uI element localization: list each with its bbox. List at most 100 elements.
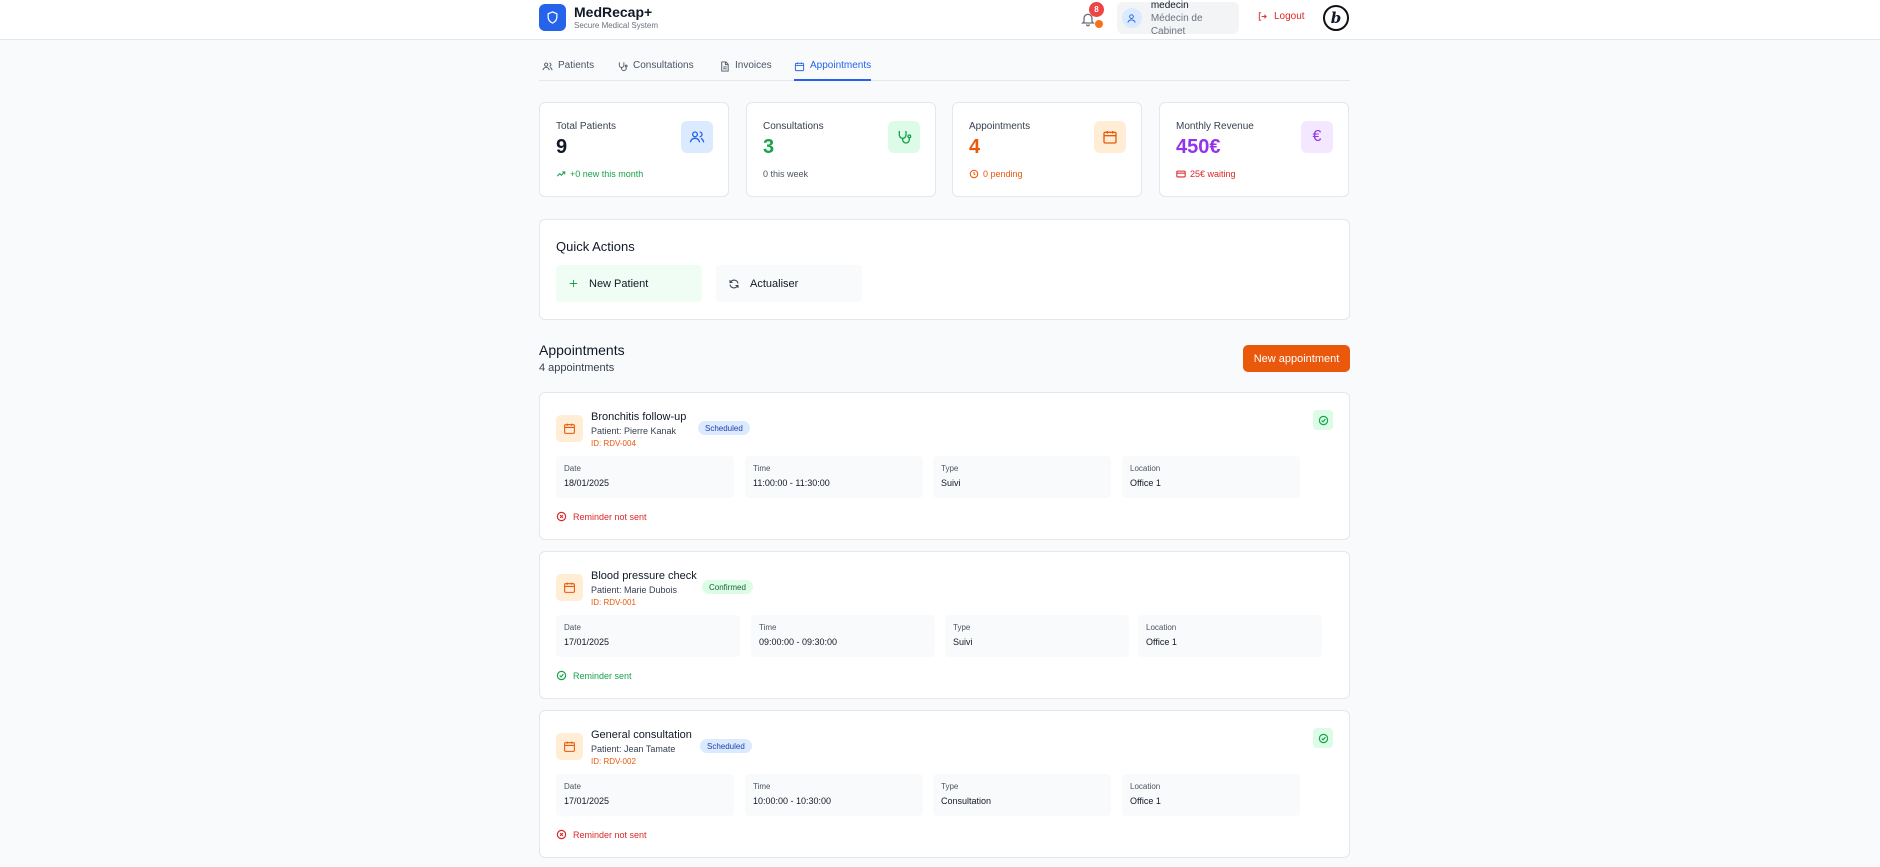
appointment-title: Blood pressure check: [591, 570, 697, 582]
appointment-card[interactable]: Bronchitis follow-up Patient: Pierre Kan…: [539, 392, 1350, 540]
brand[interactable]: MedRecap+ Secure Medical System: [539, 4, 658, 31]
trending-up-icon: [556, 171, 566, 177]
status-badge: Scheduled: [700, 739, 752, 753]
calendar-icon: [1094, 121, 1126, 153]
status-dot: [1095, 20, 1103, 28]
new-appointment-button[interactable]: New appointment: [1243, 345, 1350, 372]
credit-card-icon: [1176, 170, 1186, 178]
stat-card-total-patients: Total Patients 9 +0 new this month: [539, 102, 729, 197]
stat-sub: 0 this week: [763, 169, 809, 179]
appointment-id: ID: RDV-001: [591, 598, 636, 607]
stat-sub: +0 new this month: [556, 169, 643, 179]
shield-icon: [539, 4, 566, 31]
check-circle-icon: [1318, 733, 1328, 743]
stat-sub: 25€ waiting: [1176, 169, 1236, 179]
nav-tabs: Patients Consultations Invoices Appointm…: [539, 56, 1350, 81]
stat-value: 450€: [1176, 136, 1221, 158]
file-icon: [721, 61, 729, 72]
calendar-icon: [556, 733, 583, 760]
stat-label: Appointments: [969, 121, 1031, 132]
tab-appointments[interactable]: Appointments: [794, 60, 872, 81]
stethoscope-icon: [888, 121, 920, 153]
appointment-id: ID: RDV-004: [591, 439, 636, 448]
notification-count-badge: 8: [1089, 2, 1104, 17]
user-icon: [1122, 8, 1142, 28]
users-icon: [681, 121, 713, 153]
stat-label: Monthly Revenue: [1176, 121, 1254, 132]
new-patient-button[interactable]: New Patient: [556, 265, 702, 302]
logout-icon: [1258, 12, 1267, 21]
calendar-icon: [556, 574, 583, 601]
user-role: Médecin de Cabinet: [1150, 12, 1203, 37]
stat-value: 4: [969, 136, 981, 158]
x-circle-icon: [556, 511, 567, 522]
user-name: medecin: [1150, 0, 1189, 11]
stat-card-consultations: Consultations 3 0 this week: [746, 102, 936, 197]
tab-label: Invoices: [735, 60, 772, 71]
refresh-icon: [729, 279, 739, 288]
field-type: Type Suivi: [933, 456, 1111, 498]
stat-value: 3: [763, 136, 775, 158]
field-location: Location Office 1: [1122, 774, 1300, 816]
top-bar: MedRecap+ Secure Medical System 8 medeci…: [0, 0, 1880, 40]
appointment-title: Bronchitis follow-up: [591, 411, 687, 423]
euro-icon: €: [1301, 121, 1333, 153]
status-badge: Scheduled: [698, 421, 750, 435]
field-time: Time 11:00:00 - 11:30:00: [745, 456, 923, 498]
logout-label: Logout: [1274, 11, 1305, 22]
refresh-button[interactable]: Actualiser: [716, 265, 862, 302]
user-menu[interactable]: medecin Médecin de Cabinet: [1117, 0, 1239, 37]
calendar-icon: [556, 415, 583, 442]
check-circle-icon: [1318, 415, 1328, 425]
users-icon: [542, 62, 553, 71]
tab-invoices[interactable]: Invoices: [719, 60, 772, 81]
reminder-status: Reminder not sent: [556, 829, 647, 840]
quick-actions-title: Quick Actions: [556, 239, 635, 254]
tab-label: Consultations: [633, 60, 694, 71]
clock-icon: [969, 169, 979, 179]
x-circle-icon: [556, 829, 567, 840]
appointments-title: Appointments: [539, 342, 625, 358]
appointment-title: General consultation: [591, 729, 692, 741]
field-date: Date 18/01/2025: [556, 456, 734, 498]
appointment-card[interactable]: General consultation Patient: Jean Tamat…: [539, 710, 1350, 858]
field-date: Date 17/01/2025: [556, 774, 734, 816]
field-type: Type Suivi: [945, 615, 1129, 657]
brand-badge-icon[interactable]: b: [1323, 5, 1349, 31]
tab-patients[interactable]: Patients: [542, 60, 594, 81]
stethoscope-icon: [618, 62, 628, 72]
check-circle-icon: [556, 670, 567, 681]
appointment-patient: Patient: Marie Dubois: [591, 585, 678, 595]
stat-card-monthly-revenue: Monthly Revenue 450€ 25€ waiting €: [1159, 102, 1349, 197]
field-date: Date 17/01/2025: [556, 615, 740, 657]
field-time: Time 09:00:00 - 09:30:00: [751, 615, 935, 657]
tab-label: Appointments: [810, 60, 872, 71]
app-tagline: Secure Medical System: [574, 21, 659, 30]
field-type: Type Consultation: [933, 774, 1111, 816]
field-time: Time 10:00:00 - 10:30:00: [745, 774, 923, 816]
reminder-status: Reminder sent: [556, 670, 632, 681]
confirm-check-button[interactable]: [1313, 728, 1333, 748]
logout-button[interactable]: Logout: [1257, 11, 1305, 22]
appointment-card[interactable]: Blood pressure check Patient: Marie Dubo…: [539, 551, 1350, 699]
confirm-check-button[interactable]: [1313, 410, 1333, 430]
stat-label: Total Patients: [556, 121, 617, 132]
tab-label: Patients: [558, 60, 595, 71]
reminder-status: Reminder not sent: [556, 511, 647, 522]
app-name: MedRecap+: [574, 4, 653, 20]
plus-icon: [569, 279, 578, 288]
calendar-icon: [794, 62, 805, 72]
stat-card-appointments: Appointments 4 0 pending: [952, 102, 1142, 197]
appointment-patient: Patient: Jean Tamate: [591, 744, 676, 754]
status-badge: Confirmed: [702, 580, 753, 594]
stat-value: 9: [556, 136, 568, 158]
stat-label: Consultations: [763, 121, 824, 132]
appointment-id: ID: RDV-002: [591, 757, 636, 766]
field-location: Location Office 1: [1122, 456, 1300, 498]
tab-consultations[interactable]: Consultations: [617, 60, 694, 81]
quick-actions-panel: Quick Actions New Patient Actualiser: [539, 219, 1350, 320]
appointment-patient: Patient: Pierre Kanak: [591, 426, 677, 436]
appointments-count: 4 appointments: [539, 362, 615, 374]
stat-sub: 0 pending: [969, 169, 1023, 179]
field-location: Location Office 1: [1138, 615, 1322, 657]
